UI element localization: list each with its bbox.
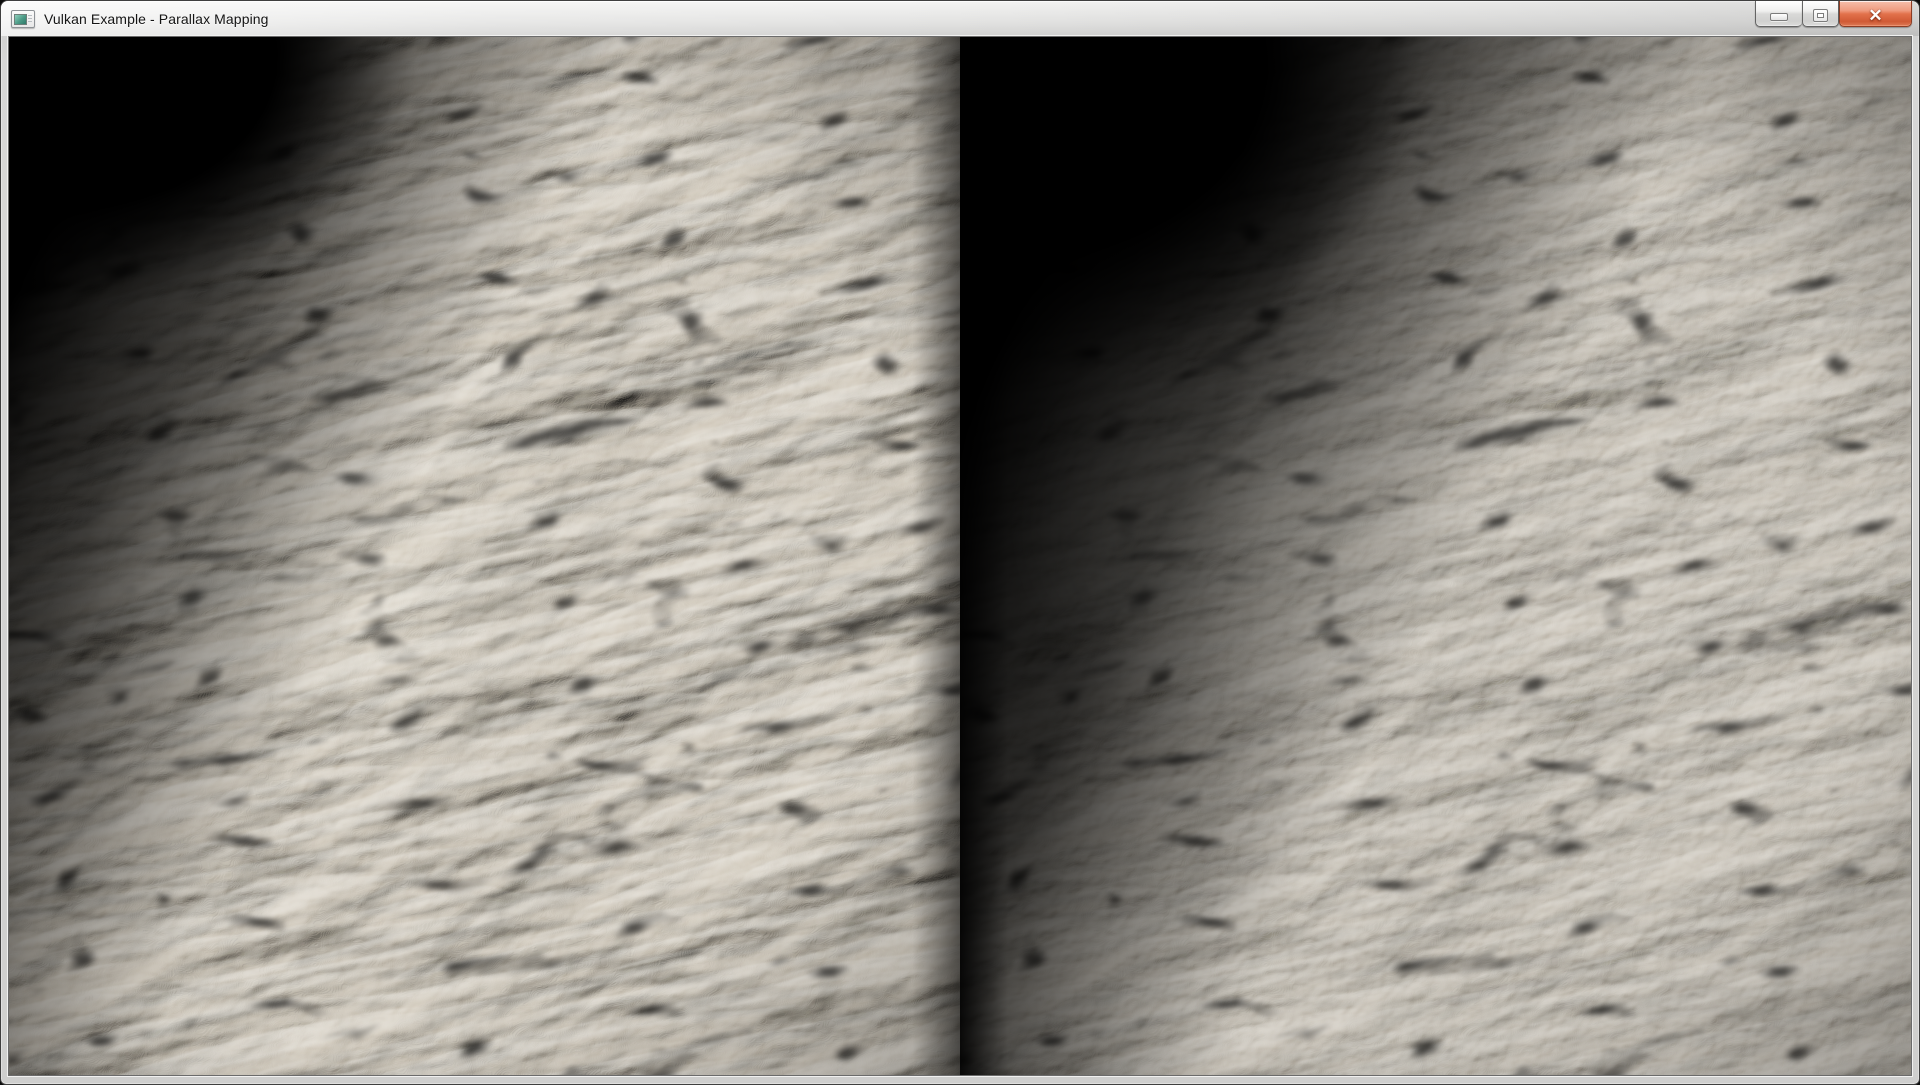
window-title: Vulkan Example - Parallax Mapping (44, 11, 269, 27)
viewport-right-comparison[interactable] (960, 37, 1911, 1075)
window-frame (8, 36, 1912, 1076)
minimize-icon (1770, 13, 1788, 21)
render-area (8, 36, 1912, 1076)
close-icon: ✕ (1868, 7, 1882, 24)
app-window: Vulkan Example - Parallax Mapping ✕ (0, 0, 1920, 1085)
caption-buttons: ✕ (1755, 1, 1912, 27)
close-button[interactable]: ✕ (1839, 1, 1912, 27)
rock-render-right (960, 37, 1911, 1075)
app-icon[interactable] (11, 10, 35, 28)
app-icon-art (14, 14, 27, 25)
app-icon-lines (28, 15, 32, 23)
minimize-button[interactable] (1755, 1, 1802, 27)
maximize-icon (1813, 9, 1828, 22)
maximize-button[interactable] (1802, 1, 1839, 27)
rock-render-left (9, 37, 960, 1075)
viewport-left-parallax[interactable] (9, 37, 960, 1075)
titlebar[interactable]: Vulkan Example - Parallax Mapping ✕ (1, 1, 1919, 36)
